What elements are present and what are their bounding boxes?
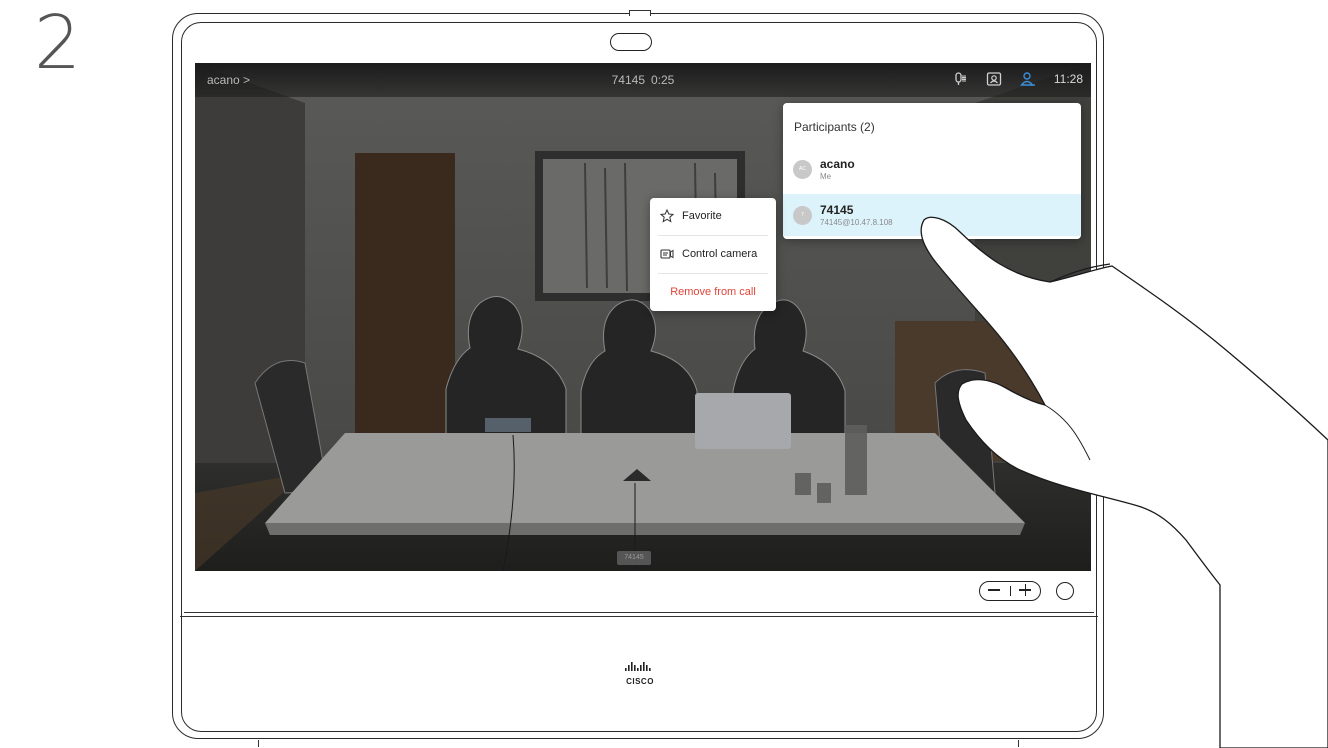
hand-illustration: [920, 216, 1328, 748]
